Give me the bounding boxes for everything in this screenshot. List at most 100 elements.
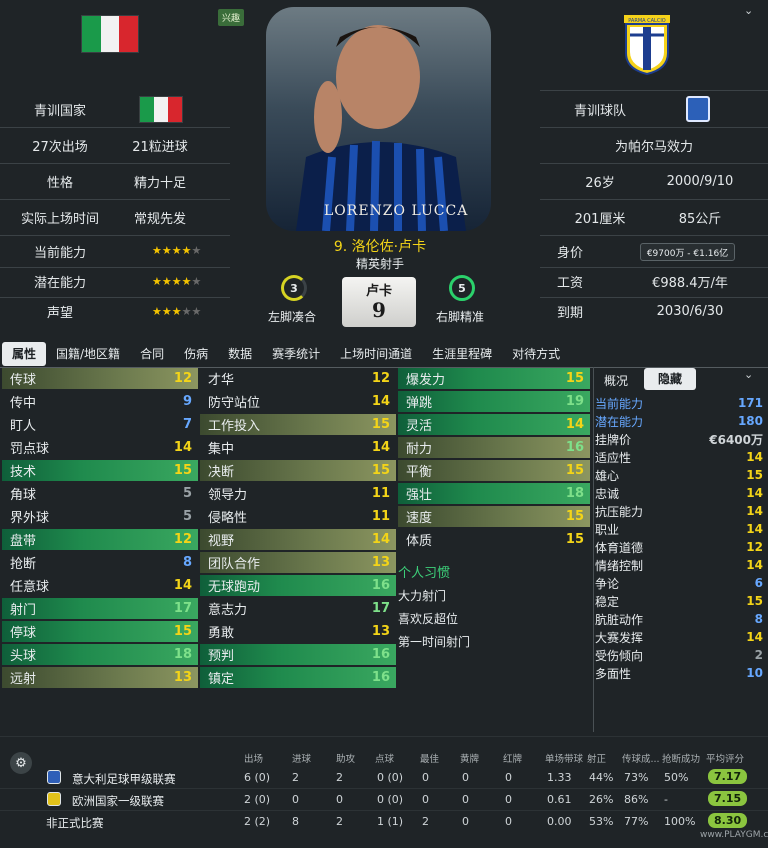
attribute-row[interactable]: 盘带 12 [2,529,198,550]
attribute-row[interactable]: 侵略性 11 [200,506,396,527]
attribute-row[interactable]: 远射 13 [2,667,198,688]
youth-team-crest [686,96,710,122]
tab-overview[interactable]: 概况 [600,370,632,391]
photo-caption: LORENZO LUCCA [324,203,469,219]
hidden-attribute-row[interactable]: 稳定 15 [595,592,763,610]
attribute-value: 16 [565,440,584,455]
tab-hidden[interactable]: 隐藏 [644,368,696,390]
tab-treatment[interactable]: 对待方式 [502,342,570,366]
attribute-row[interactable]: 罚点球 14 [2,437,198,458]
stats-cell: 26% [589,793,614,806]
hidden-attribute-row[interactable]: 忠诚 14 [595,484,763,502]
attribute-row[interactable]: 集中 14 [200,437,396,458]
hidden-attribute-row[interactable]: 适应性 14 [595,448,763,466]
attribute-row[interactable]: 抢断 8 [2,552,198,573]
attribute-row[interactable]: 停球 15 [2,621,198,642]
attribute-row[interactable]: 传中 9 [2,391,198,412]
tab-nationality[interactable]: 国籍/地区籍 [46,342,130,366]
value-badge[interactable]: €9700万 - €1.16亿 [640,243,735,261]
attribute-row[interactable]: 爆发力 15 [398,368,590,389]
tab-stats[interactable]: 数据 [218,342,262,366]
tab-milestones[interactable]: 生涯里程碑 [422,342,502,366]
tab-playing-time[interactable]: 上场时间通道 [330,342,422,366]
stats-column-header[interactable]: 助攻 [336,751,355,765]
stats-column-header[interactable]: 出场 [244,751,263,765]
hidden-attribute-row[interactable]: 雄心 15 [595,466,763,484]
attribute-row[interactable]: 弹跳 19 [398,391,590,412]
hidden-attribute-row[interactable]: 争论 6 [595,574,763,592]
stats-cell: 0 [336,793,343,806]
attribute-value: 18 [173,647,192,662]
stats-column-header[interactable]: 射正 [587,751,606,765]
attribute-row[interactable]: 角球 5 [2,483,198,504]
attribute-row[interactable]: 预判 16 [200,644,396,665]
attribute-name: 角球 [10,488,37,503]
tab-season-stats[interactable]: 赛季统计 [262,342,330,366]
interest-tag[interactable]: 兴趣 [218,9,245,26]
tab-injuries[interactable]: 伤病 [174,342,218,366]
stats-column-header[interactable]: 红牌 [503,751,522,765]
attribute-row[interactable]: 镇定 16 [200,667,396,688]
stats-column-header[interactable]: 传球成... [622,751,660,765]
hidden-attribute-row[interactable]: 多面性 10 [595,664,763,682]
attribute-name: 体质 [406,534,433,549]
stats-column-header[interactable]: 黄牌 [460,751,479,765]
attribute-row[interactable]: 意志力 17 [200,598,396,619]
tab-contract[interactable]: 合同 [130,342,174,366]
competition-name[interactable]: 意大利足球甲级联赛 [72,771,176,787]
attribute-row[interactable]: 界外球 5 [2,506,198,527]
tab-attributes[interactable]: 属性 [2,341,47,366]
attribute-row[interactable]: 任意球 14 [2,575,198,596]
attribute-row[interactable]: 视野 14 [200,529,396,550]
hidden-attribute-row[interactable]: 体育道德 12 [595,538,763,556]
stats-column-header[interactable]: 抢断成功 [662,751,700,765]
attribute-name: 盯人 [10,419,37,434]
attribute-row[interactable]: 勇敢 13 [200,621,396,642]
attribute-row[interactable]: 传球 12 [2,368,198,389]
stats-column-header[interactable]: 单场带球 [545,751,583,765]
stats-column-header[interactable]: 点球 [375,751,394,765]
attribute-row[interactable]: 耐力 16 [398,437,590,458]
competition-name[interactable]: 欧洲国家一级联赛 [72,793,164,809]
panel-chevron-icon[interactable]: ⌄ [744,368,753,381]
attribute-row[interactable]: 决断 15 [200,460,396,481]
hidden-attribute-row[interactable]: 挂牌价 €6400万 [595,430,763,448]
stats-column-header[interactable]: 最佳 [420,751,439,765]
stats-column-header[interactable]: 进球 [292,751,311,765]
attribute-row[interactable]: 团队合作 13 [200,552,396,573]
attribute-row[interactable]: 平衡 15 [398,460,590,481]
competition-logo [47,792,61,806]
attribute-row[interactable]: 头球 18 [2,644,198,665]
hidden-attribute-row[interactable]: 肮脏动作 8 [595,610,763,628]
competition-name[interactable]: 非正式比赛 [46,815,104,831]
personality-value: 精力十足 [133,175,186,191]
attribute-value: 15 [565,532,584,547]
attribute-row[interactable]: 工作投入 15 [200,414,396,435]
attribute-row[interactable]: 体质 15 [398,529,590,550]
hidden-attribute-row[interactable]: 当前能力 171 [595,394,763,412]
hidden-attribute-row[interactable]: 抗压能力 14 [595,502,763,520]
collapse-chevron-icon[interactable]: ⌄ [744,4,753,17]
hidden-attribute-row[interactable]: 情绪控制 14 [595,556,763,574]
settings-gear-icon[interactable]: ⚙ [10,752,32,774]
hidden-attribute-row[interactable]: 受伤倾向 2 [595,646,763,664]
attribute-row[interactable]: 强壮 18 [398,483,590,504]
attribute-row[interactable]: 防守站位 14 [200,391,396,412]
attribute-row[interactable]: 才华 12 [200,368,396,389]
stats-column-header[interactable]: 平均评分 [706,751,744,765]
attribute-row[interactable]: 盯人 7 [2,414,198,435]
stats-cell: 2 [336,815,343,828]
attribute-row[interactable]: 无球跑动 16 [200,575,396,596]
attribute-name: 界外球 [10,511,50,526]
attribute-row[interactable]: 领导力 11 [200,483,396,504]
attribute-row[interactable]: 灵活 14 [398,414,590,435]
attribute-row[interactable]: 速度 15 [398,506,590,527]
hidden-attribute-row[interactable]: 潜在能力 180 [595,412,763,430]
hidden-attribute-row[interactable]: 大赛发挥 14 [595,628,763,646]
plays-for: 为帕尔马效力 [614,139,693,155]
player-photo: LORENZO LUCCA [266,7,491,231]
hidden-attribute-row[interactable]: 职业 14 [595,520,763,538]
weight: 85公斤 [678,211,722,227]
attribute-row[interactable]: 技术 15 [2,460,198,481]
attribute-row[interactable]: 射门 17 [2,598,198,619]
